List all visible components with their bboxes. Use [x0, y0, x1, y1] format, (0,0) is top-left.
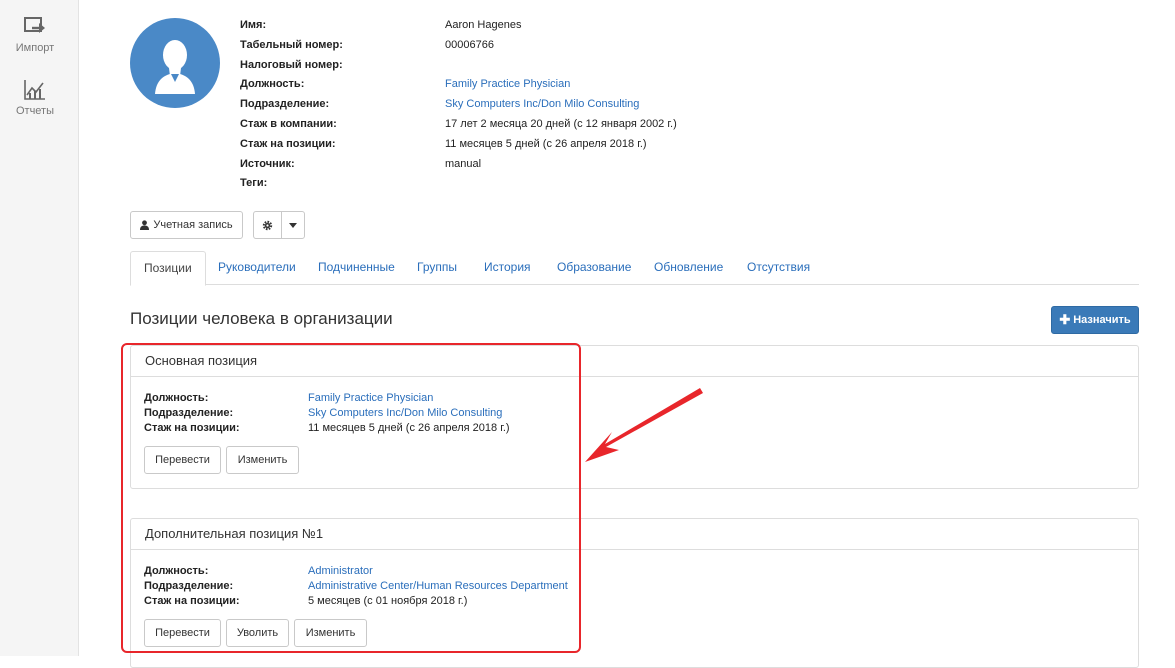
gear-icon — [263, 220, 273, 230]
sidebar-item-label: Импорт — [15, 42, 55, 54]
dropdown-toggle[interactable] — [282, 212, 304, 238]
tenure-label: Стаж на позиции: — [144, 422, 240, 434]
assign-button[interactable]: ✚ Назначить — [1051, 306, 1139, 334]
tab-managers[interactable]: Руководители — [218, 251, 296, 285]
info-value-source: manual — [445, 157, 482, 170]
panel-title: Основная позиция — [131, 346, 1138, 377]
tab-subordinates[interactable]: Подчиненные — [318, 251, 395, 285]
tab-history[interactable]: История — [484, 251, 531, 285]
user-icon — [140, 220, 150, 230]
reports-chart-icon — [24, 80, 45, 100]
left-sidebar: Импорт Отчеты — [0, 0, 79, 656]
department-label: Подразделение: — [144, 580, 234, 592]
position-label: Должность: — [144, 565, 209, 577]
panel-title: Дополнительная позиция №1 — [131, 519, 1138, 550]
main-position-panel: Основная позиция Должность: Family Pract… — [130, 345, 1139, 489]
info-value-position-tenure: 11 месяцев 5 дней (с 26 апреля 2018 г.) — [445, 137, 647, 150]
info-label: Подразделение: — [240, 98, 330, 111]
tab-education[interactable]: Образование — [557, 251, 631, 285]
transfer-button[interactable]: Перевести — [144, 619, 221, 647]
tenure-value: 5 месяцев (с 01 ноября 2018 г.) — [308, 595, 468, 607]
info-link-position[interactable]: Family Practice Physician — [445, 77, 570, 91]
assign-button-label: Назначить — [1073, 314, 1131, 326]
info-value-company-tenure: 17 лет 2 месяца 20 дней (с 12 января 200… — [445, 117, 677, 130]
tab-groups[interactable]: Группы — [417, 251, 457, 285]
department-label: Подразделение: — [144, 407, 234, 419]
position-label: Должность: — [144, 392, 209, 404]
info-label: Теги: — [240, 177, 268, 190]
tenure-value: 11 месяцев 5 дней (с 26 апреля 2018 г.) — [308, 422, 510, 434]
account-button-label: Учетная запись — [153, 219, 233, 231]
tab-positions[interactable]: Позиции — [130, 251, 206, 286]
account-button[interactable]: Учетная запись — [130, 211, 243, 239]
info-label: Налоговый номер: — [240, 58, 343, 71]
edit-button[interactable]: Изменить — [226, 446, 299, 474]
edit-button[interactable]: Изменить — [294, 619, 367, 647]
plus-icon: ✚ — [1059, 312, 1071, 327]
tab-absences[interactable]: Отсутствия — [747, 251, 810, 285]
import-icon — [24, 17, 45, 33]
info-link-department[interactable]: Sky Computers Inc/Don Milo Consulting — [445, 97, 639, 111]
dismiss-button[interactable]: Уволить — [226, 619, 289, 647]
tab-update[interactable]: Обновление — [654, 251, 723, 285]
additional-position-panel: Дополнительная позиция №1 Должность: Adm… — [130, 518, 1139, 668]
info-value-personnel-number: 00006766 — [445, 38, 494, 51]
user-avatar-icon — [155, 40, 195, 94]
info-label: Имя: — [240, 19, 267, 31]
info-label: Стаж в компании: — [240, 117, 337, 130]
info-label: Источник: — [240, 157, 295, 170]
sidebar-item-import[interactable]: Импорт — [0, 16, 70, 54]
sidebar-item-reports[interactable]: Отчеты — [0, 79, 70, 117]
section-title: Позиции человека в организации — [130, 309, 393, 328]
position-link[interactable]: Administrator — [308, 565, 373, 577]
transfer-button[interactable]: Перевести — [144, 446, 221, 474]
info-label: Табельный номер: — [240, 38, 343, 51]
position-link[interactable]: Family Practice Physician — [308, 392, 433, 404]
department-link[interactable]: Sky Computers Inc/Don Milo Consulting — [308, 407, 502, 419]
settings-dropdown[interactable] — [253, 211, 305, 239]
department-link[interactable]: Administrative Center/Human Resources De… — [308, 580, 568, 592]
profile-tabs: Позиции Руководители Подчиненные Группы … — [130, 251, 1139, 286]
sidebar-item-label: Отчеты — [15, 105, 55, 117]
tenure-label: Стаж на позиции: — [144, 595, 240, 607]
avatar — [130, 18, 220, 108]
info-label: Стаж на позиции: — [240, 137, 336, 150]
caret-down-icon — [289, 222, 298, 228]
info-label: Должность: — [240, 78, 305, 91]
settings-button[interactable] — [254, 212, 283, 238]
info-value-name: Aaron Hagenes — [445, 19, 522, 31]
